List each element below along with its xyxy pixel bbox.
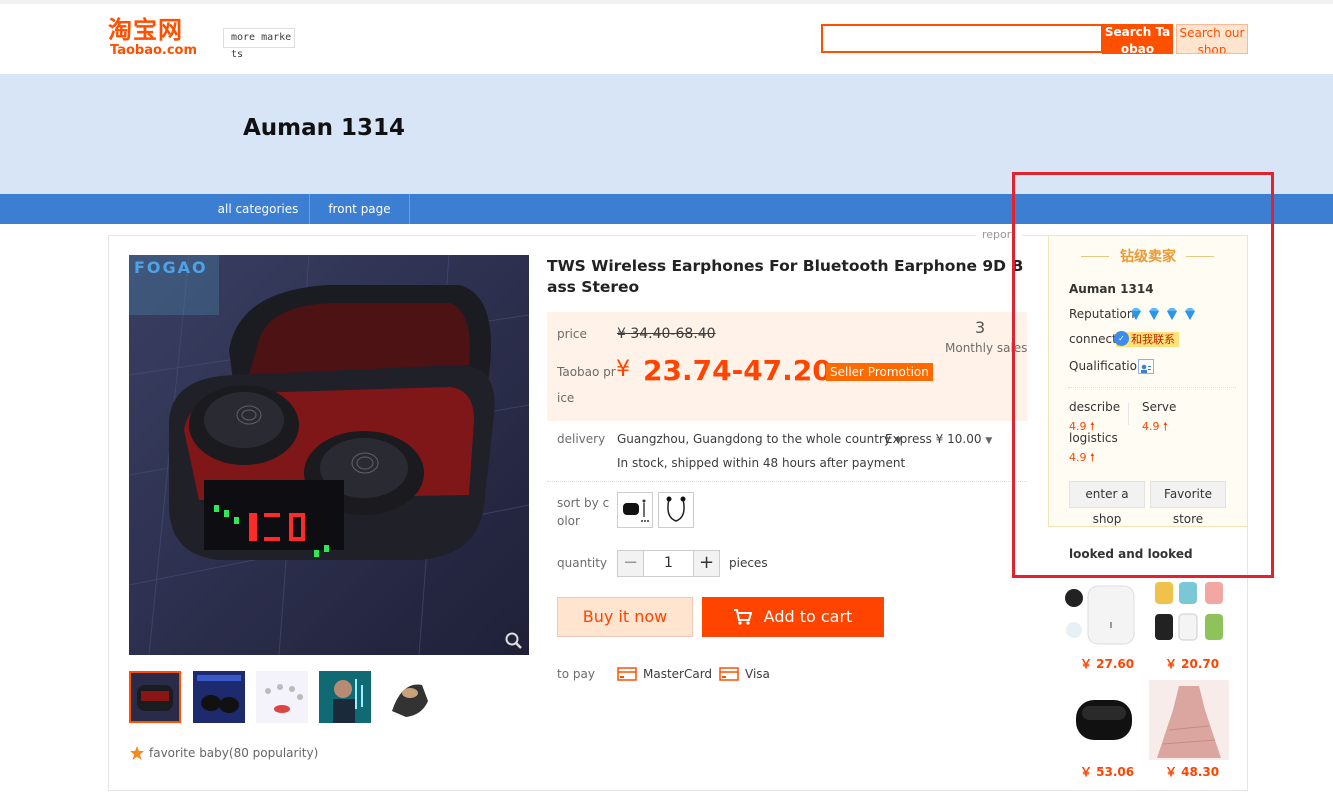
recommended-price-4: ￥ 48.30 — [1165, 765, 1220, 779]
pay-visa-label: Visa — [745, 667, 770, 681]
colorful-earbuds-icon — [1149, 578, 1229, 658]
thumbnail-4[interactable] — [319, 671, 371, 723]
recommended-item-2[interactable] — [1149, 578, 1229, 658]
logo-chinese: 淘宝网 — [108, 16, 183, 44]
black-earbuds-icon — [1064, 680, 1144, 760]
thumbnail-blue-icon — [193, 671, 245, 723]
thumbnail-diagram-icon — [256, 671, 308, 723]
earbuds-case-illustration: FOGAO — [129, 255, 529, 655]
product-main-image[interactable]: FOGAO — [129, 255, 529, 655]
card-icon — [617, 667, 637, 681]
quantity-label: quantity — [557, 556, 608, 570]
add-to-cart-label: Add to cart — [763, 607, 853, 626]
recommended-item-1[interactable] — [1064, 578, 1144, 658]
quantity-increment-button[interactable]: + — [693, 550, 720, 577]
recommended-item-3[interactable] — [1064, 680, 1144, 760]
delivery-label: delivery — [557, 432, 606, 446]
highlight-box — [1012, 172, 1274, 578]
thumbnail-person-icon — [319, 671, 371, 723]
pay-mastercard: MasterCard — [617, 667, 712, 681]
recommended-item-4[interactable] — [1149, 680, 1229, 760]
favorite-text: favorite baby(80 popularity) — [149, 746, 319, 760]
color-option-neckband[interactable] — [658, 492, 694, 528]
taobao-logo[interactable]: 淘宝网 Taobao.com — [108, 16, 204, 60]
star-icon — [130, 746, 144, 760]
divider — [547, 481, 1027, 482]
promo-price: 23.74-47.20 — [643, 354, 832, 387]
pay-visa: Visa — [719, 667, 770, 681]
pieces-label: pieces — [729, 556, 768, 570]
pink-dress-icon — [1149, 680, 1229, 760]
shop-title: Auman 1314 — [243, 115, 406, 141]
search-input[interactable] — [821, 24, 1103, 53]
seller-promotion-badge: Seller Promotion — [826, 363, 933, 381]
recommended-price-3: ￥ 53.06 — [1080, 765, 1135, 779]
monthly-sales-count: 3 — [975, 318, 986, 337]
express-fee-text: Express ¥ 10.00 — [885, 432, 982, 446]
white-earbuds-icon — [1064, 578, 1144, 658]
sort-by-color-label: sort by color — [557, 496, 610, 528]
recommended-price-1: ￥ 27.60 — [1080, 657, 1135, 671]
thumbnail-hand-icon — [382, 671, 434, 723]
search-taobao-button[interactable]: Search Taobao — [1102, 24, 1173, 54]
color-option-case[interactable] — [617, 492, 653, 528]
nav-front-page[interactable]: front page — [310, 194, 410, 224]
express-fee-dropdown[interactable]: Express ¥ 10.00 ▼ — [885, 432, 992, 446]
top-border — [0, 0, 1333, 4]
delivery-route-text: Guangzhou, Guangdong to the whole countr… — [617, 432, 891, 446]
pay-mastercard-label: MasterCard — [643, 667, 713, 681]
yen-symbol: ¥ — [616, 357, 630, 382]
quantity-decrement-button[interactable]: − — [617, 550, 644, 577]
to-pay-label: to pay — [557, 667, 595, 681]
earbuds-case-icon — [623, 499, 649, 522]
thumbnail-1[interactable] — [129, 671, 181, 723]
more-markets-button[interactable]: more markets — [223, 28, 295, 60]
logo-english: Taobao.com — [110, 43, 198, 58]
price-label: price — [557, 327, 587, 341]
card-icon — [719, 667, 739, 681]
delivery-route-dropdown[interactable]: Guangzhou, Guangdong to the whole countr… — [617, 432, 902, 446]
image-brand-text: FOGAO — [134, 258, 208, 277]
recommended-price-2: ￥ 20.70 — [1165, 657, 1220, 671]
thumbnail-case-icon — [131, 673, 179, 721]
thumbnail-3[interactable] — [256, 671, 308, 723]
thumbnail-5[interactable] — [382, 671, 434, 723]
favorite-item[interactable]: favorite baby(80 popularity) — [129, 745, 318, 761]
neckband-earphone-icon — [666, 496, 686, 522]
quantity-input[interactable]: 1 — [643, 550, 694, 577]
caret-down-icon: ▼ — [985, 436, 993, 446]
cart-icon — [733, 609, 752, 625]
buy-now-button[interactable]: Buy it now — [557, 597, 693, 637]
zoom-icon[interactable] — [505, 632, 523, 650]
add-to-cart-button[interactable]: Add to cart — [702, 597, 884, 637]
original-price: ¥ 34.40-68.40 — [617, 326, 716, 342]
thumbnail-2[interactable] — [193, 671, 245, 723]
product-title: TWS Wireless Earphones For Bluetooth Ear… — [547, 257, 1024, 296]
taobao-price-label: Taobao price — [557, 365, 616, 405]
stock-status: In stock, shipped within 48 hours after … — [617, 456, 906, 470]
search-shop-button[interactable]: Search our shop — [1176, 24, 1248, 54]
nav-all-categories[interactable]: all categories — [207, 194, 310, 224]
